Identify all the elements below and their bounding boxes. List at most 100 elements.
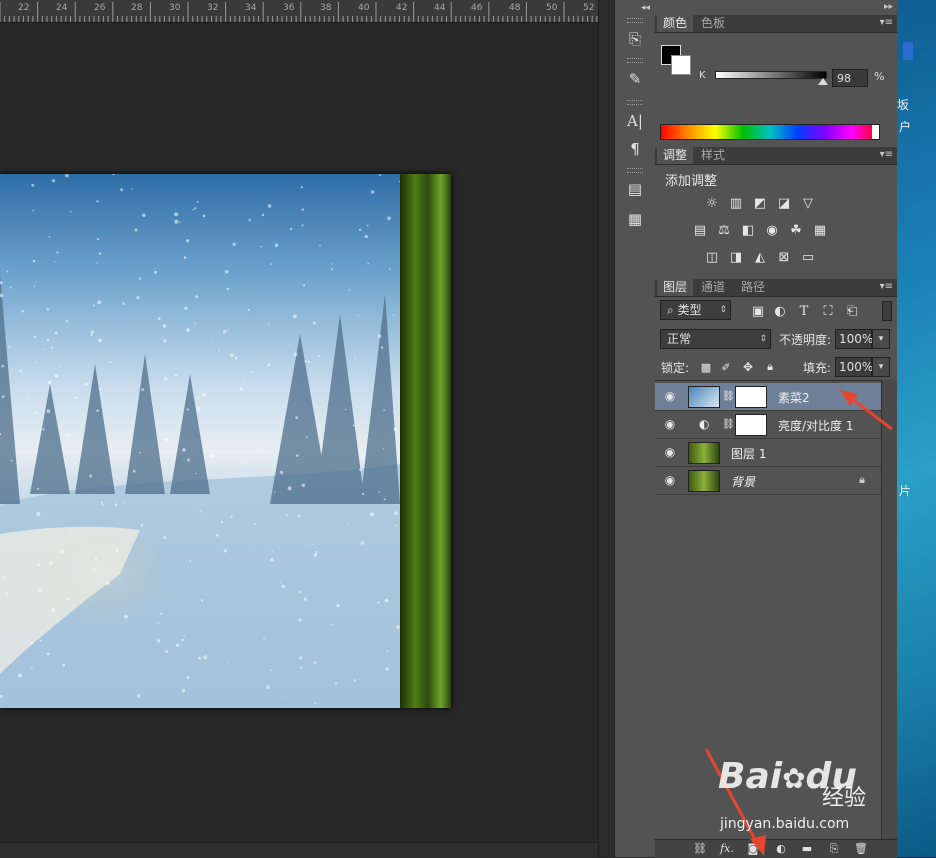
vertical-scrollbar[interactable] [598, 0, 615, 857]
k-value-input[interactable]: 98 [832, 69, 868, 87]
panel-menu-icon[interactable]: ▾≡ [880, 17, 893, 28]
history-icon[interactable]: ⎘ [623, 28, 647, 50]
tab-layers[interactable]: 图层 [657, 279, 694, 296]
channel-mixer-icon[interactable]: ☘ [787, 222, 805, 238]
desktop-label: 户 [899, 120, 912, 134]
selective-color-icon[interactable]: ⊠ [775, 249, 793, 265]
grip-handle[interactable] [627, 18, 643, 23]
layer-thumbnail [688, 386, 720, 408]
layer-row-background[interactable]: ◉ 背景 🔒︎ [655, 467, 881, 495]
curves-icon[interactable]: ◩ [751, 195, 769, 211]
adjustments-panel-header: 调整 样式 ▾≡ [655, 147, 897, 165]
desktop-icon[interactable] [903, 42, 913, 60]
opacity-label: 不透明度: [779, 333, 832, 347]
layer-filter-select[interactable]: ⌕ 类型 ⇕ [660, 300, 731, 320]
ruler-ticks [0, 2, 598, 22]
posterize-icon[interactable]: ◨ [727, 249, 745, 265]
notes-icon[interactable]: ▤ [623, 178, 647, 200]
desktop-label: 坂 [897, 98, 910, 112]
new-layer-icon[interactable]: ⎘ [825, 841, 843, 857]
brush-preset-icon[interactable]: ✎ [623, 68, 647, 90]
visibility-eye-icon[interactable]: ◉ [663, 389, 677, 403]
lock-all-icon[interactable]: 🔒︎ [761, 359, 779, 375]
lock-transparent-icon[interactable]: ▩ [697, 359, 715, 375]
layer-name: 背景 [731, 475, 756, 489]
color-balance-icon[interactable]: ⚖ [715, 222, 733, 238]
filter-label: 类型 [677, 303, 702, 317]
panel-menu-icon[interactable]: ▾≡ [880, 149, 893, 160]
tab-color[interactable]: 颜色 [657, 15, 694, 32]
snow-scene-layer [0, 174, 400, 708]
fill-dropdown[interactable]: ▾ [872, 357, 890, 377]
black-white-icon[interactable]: ◧ [739, 222, 757, 238]
blend-mode-select[interactable]: 正常 ⇕ [660, 329, 771, 349]
levels-icon[interactable]: ▥ [727, 195, 745, 211]
group-icon[interactable]: ▬ [798, 841, 816, 857]
layers-panel-header: 图层 通道 路径 ▾≡ [655, 279, 897, 297]
layer-thumbnail [688, 442, 720, 464]
layer-mask-thumbnail[interactable] [735, 386, 767, 408]
annotation-arrow [704, 748, 766, 856]
lock-move-icon[interactable]: ✥ [739, 359, 757, 375]
tab-styles[interactable]: 样式 [695, 147, 731, 164]
percent-unit: % [874, 70, 885, 83]
paragraph-icon[interactable]: ¶ [623, 138, 647, 160]
layer-thumbnail [688, 470, 720, 492]
color-spectrum-bar[interactable] [660, 124, 880, 140]
tab-swatches[interactable]: 色板 [695, 15, 731, 32]
grip-handle[interactable] [627, 168, 643, 173]
fill-input[interactable]: 100% [835, 357, 873, 377]
filter-type-icon[interactable]: T [795, 303, 813, 319]
tab-adjustments[interactable]: 调整 [657, 147, 694, 164]
character-icon[interactable]: A| [623, 110, 647, 132]
panel-menu-icon[interactable]: ▾≡ [880, 281, 893, 292]
visibility-eye-icon[interactable]: ◉ [663, 417, 677, 431]
filter-pixel-icon[interactable]: ▣ [749, 303, 767, 319]
invert-icon[interactable]: ◫ [703, 249, 721, 265]
lock-paint-icon[interactable]: ✐ [717, 359, 735, 375]
filter-shape-icon[interactable]: ⛶ [819, 303, 837, 319]
visibility-eye-icon[interactable]: ◉ [663, 445, 677, 459]
collapse-icon[interactable]: ◂◂ [641, 3, 650, 13]
grip-handle[interactable] [627, 100, 643, 105]
background-color-swatch[interactable] [671, 55, 691, 75]
color-lookup-icon[interactable]: ▦ [811, 222, 829, 238]
hue-saturation-icon[interactable]: ▤ [691, 222, 709, 238]
k-slider-track[interactable] [715, 71, 827, 79]
opacity-dropdown[interactable]: ▾ [872, 329, 890, 349]
tab-channels[interactable]: 通道 [695, 279, 731, 296]
annotation-arrow [840, 390, 893, 431]
chain-link-icon[interactable]: ⛓ [722, 391, 735, 402]
lock-icon[interactable]: 🔒︎ [859, 473, 865, 487]
forest-layer-edge [400, 174, 451, 708]
exposure-icon[interactable]: ◪ [775, 195, 793, 211]
white-swatch[interactable] [872, 125, 879, 139]
adjustment-layer-icon: ◐ [699, 417, 710, 431]
filter-toggle[interactable] [882, 301, 892, 321]
chain-link-icon[interactable]: ⛓ [722, 419, 735, 430]
gradient-map-icon[interactable]: ▭ [799, 249, 817, 265]
layers-scrollbar[interactable] [881, 380, 898, 839]
color-panel-header: 颜色 色板 ▾≡ [655, 15, 897, 33]
layer-name: 素菜2 [778, 391, 810, 405]
photo-filter-icon[interactable]: ◉ [763, 222, 781, 238]
brightness-icon[interactable]: ☼ [703, 195, 721, 211]
visibility-eye-icon[interactable]: ◉ [663, 473, 677, 487]
horizontal-scrollbar[interactable] [0, 842, 598, 858]
desktop-label: 片 [899, 484, 912, 498]
k-slider-thumb[interactable] [817, 78, 828, 85]
grip-handle[interactable] [627, 58, 643, 63]
layer-row-layer1[interactable]: ◉ 图层 1 [655, 439, 881, 467]
lock-label: 锁定: [661, 361, 690, 375]
layer-mask-thumbnail[interactable] [735, 414, 767, 436]
opacity-input[interactable]: 100% [835, 329, 873, 349]
document-image[interactable] [0, 174, 451, 708]
threshold-icon[interactable]: ◭ [751, 249, 769, 265]
properties-icon[interactable]: ▦ [623, 208, 647, 230]
expand-icon[interactable]: ▸▸ [884, 2, 893, 12]
filter-adjustment-icon[interactable]: ◐ [771, 303, 789, 319]
tab-paths[interactable]: 路径 [735, 279, 771, 296]
filter-smart-object-icon[interactable]: ⎗ [843, 303, 861, 319]
trash-icon[interactable]: 🗑︎ [852, 841, 870, 857]
vibrance-icon[interactable]: ▽ [799, 195, 817, 211]
